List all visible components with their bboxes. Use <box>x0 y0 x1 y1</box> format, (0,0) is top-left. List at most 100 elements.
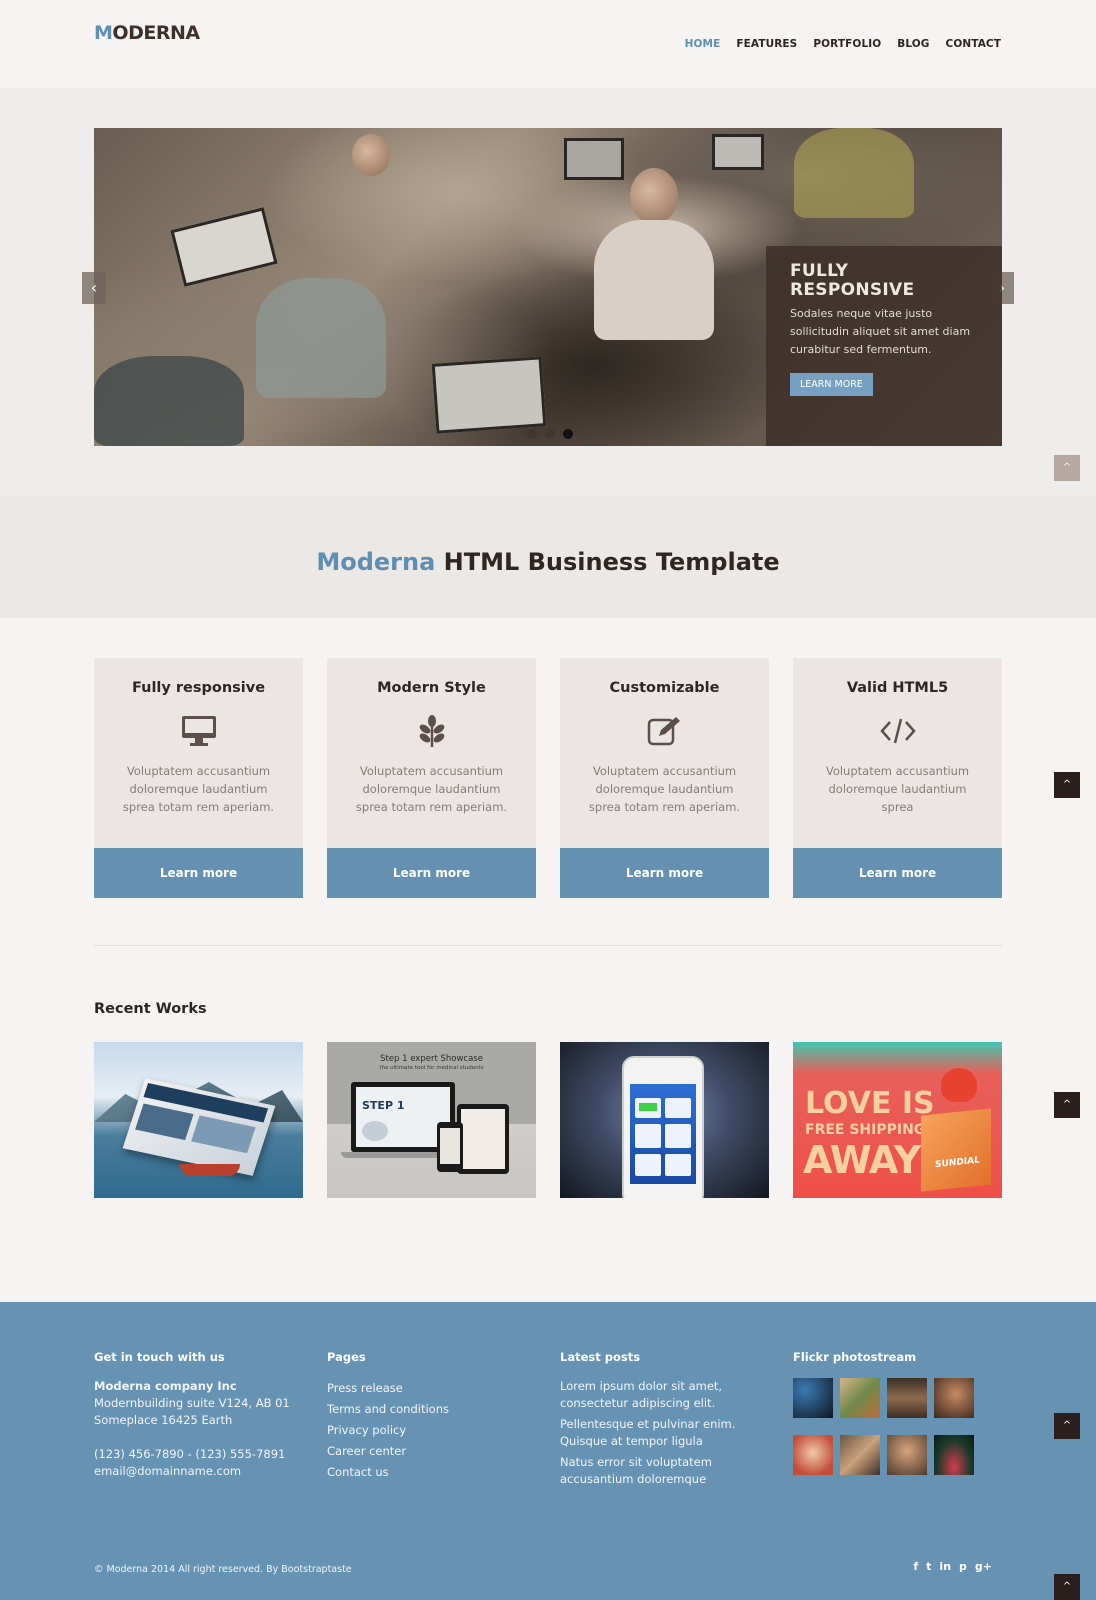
portfolio-item[interactable] <box>560 1042 769 1198</box>
slider-dot[interactable] <box>527 429 537 439</box>
footer-contact: Get in touch with us Moderna company Inc… <box>94 1350 290 1480</box>
scene-person <box>256 278 386 398</box>
scene-person <box>352 134 390 176</box>
feature-box: Modern Style Voluptatem accusantium dolo… <box>327 658 536 898</box>
footer-link-terms[interactable]: Terms and conditions <box>327 1399 449 1420</box>
heart-shape <box>941 1068 977 1102</box>
caption-text: Sodales neque vitae justo sollicitudin a… <box>790 307 971 356</box>
scroll-top-button[interactable]: ^ <box>1054 772 1080 798</box>
flickr-thumb[interactable] <box>793 1435 833 1475</box>
feature-text: Voluptatem accusantium doloremque laudan… <box>355 764 508 814</box>
flickr-thumb[interactable] <box>840 1435 880 1475</box>
nav-blog[interactable]: BLOG <box>897 38 929 50</box>
social-links: f t in p g+ <box>913 1560 992 1573</box>
logo-text: ODERNA <box>112 22 200 44</box>
scroll-top-button[interactable]: ^ <box>1054 1092 1080 1118</box>
footer-link-career[interactable]: Career center <box>327 1441 449 1462</box>
learn-more-button[interactable]: Learn more <box>560 848 769 898</box>
free-shipping-text: FREE SHIPPING <box>805 1122 926 1138</box>
pinterest-icon[interactable]: p <box>959 1560 967 1573</box>
chevron-up-icon: ^ <box>1062 462 1072 473</box>
feature-title: Valid HTML5 <box>846 680 949 696</box>
slider-pagination <box>527 429 573 439</box>
tagline-text: HTML Business Template <box>435 548 780 576</box>
learn-more-button[interactable]: Learn more <box>327 848 536 898</box>
site-logo[interactable]: MODERNA <box>94 22 200 44</box>
portfolio-item[interactable] <box>94 1042 303 1198</box>
post-link[interactable]: Natus error sit voluptatem accusantium d… <box>560 1454 770 1488</box>
portfolio-item[interactable]: LOVE IS FREE SHIPPING AWAY SUNDIAL <box>793 1042 1002 1198</box>
post-link[interactable]: Lorem ipsum dolor sit amet, consectetur … <box>560 1378 770 1412</box>
slider-dot[interactable] <box>545 429 555 439</box>
scroll-top-button[interactable]: ^ <box>1054 1413 1080 1439</box>
scene-person <box>94 356 244 446</box>
chevron-up-icon: ^ <box>1062 779 1072 790</box>
flickr-thumb[interactable] <box>793 1378 833 1418</box>
scroll-top-button[interactable]: ^ <box>1054 1574 1080 1600</box>
flickr-thumb[interactable] <box>934 1435 974 1475</box>
scroll-top-button[interactable]: ^ <box>1054 455 1080 481</box>
feature-text: Voluptatem accusantium doloremque laudan… <box>588 764 741 814</box>
learn-more-button[interactable]: Learn more <box>94 848 303 898</box>
tagline: Moderna HTML Business Template <box>0 548 1096 576</box>
feature-box: Customizable Voluptatem accusantium dolo… <box>560 658 769 898</box>
scene-person <box>794 128 914 218</box>
scene-laptop <box>170 207 278 287</box>
company-name: Moderna company Inc <box>94 1379 237 1393</box>
main-nav: HOME FEATURES PORTFOLIO BLOG CONTACT <box>685 38 1001 50</box>
footer-link-privacy[interactable]: Privacy policy <box>327 1420 449 1441</box>
recent-works-title: Recent Works <box>94 1001 207 1017</box>
feature-title: Modern Style <box>377 680 486 696</box>
flickr-grid <box>793 1378 974 1475</box>
nav-contact[interactable]: CONTACT <box>946 38 1001 50</box>
slide-caption: FULLY RESPONSIVE Sodales neque vitae jus… <box>766 246 1002 446</box>
boat <box>180 1164 240 1176</box>
post-link[interactable]: Pellentesque et pulvinar enim. Quisque a… <box>560 1416 770 1450</box>
nav-home[interactable]: HOME <box>685 38 721 50</box>
edit-icon <box>646 712 684 750</box>
linkedin-icon[interactable]: in <box>939 1560 951 1573</box>
scene-laptop <box>712 134 764 170</box>
footer-pages: Pages Press release Terms and conditions… <box>327 1350 449 1483</box>
flickr-thumb[interactable] <box>887 1435 927 1475</box>
learn-more-button[interactable]: Learn more <box>793 848 1002 898</box>
tablet-device <box>457 1104 509 1174</box>
caption-title: FULLY RESPONSIVE <box>790 261 915 300</box>
nav-features[interactable]: FEATURES <box>736 38 797 50</box>
slider-dot-active[interactable] <box>563 429 573 439</box>
website-mockup <box>122 1078 276 1176</box>
chevron-up-icon: ^ <box>1062 1581 1072 1592</box>
footer-heading: Latest posts <box>560 1350 641 1364</box>
showcase-heading: Step 1 expert Showcase <box>380 1054 483 1064</box>
learn-more-button[interactable]: LEARN MORE <box>790 373 873 396</box>
footer-link-contact[interactable]: Contact us <box>327 1462 449 1483</box>
chevron-up-icon: ^ <box>1062 1420 1072 1431</box>
code-icon <box>879 712 917 750</box>
gift-box: SUNDIAL <box>921 1108 991 1192</box>
feature-text: Voluptatem accusantium doloremque laudan… <box>825 764 970 814</box>
facebook-icon[interactable]: f <box>913 1560 918 1573</box>
showcase-subheading: the ultimate tool for medical students <box>379 1065 484 1071</box>
step1-logo: STEP 1 <box>362 1099 405 1112</box>
desktop-icon <box>180 712 218 750</box>
address-line: Modernbuilding suite V124, AB 01 <box>94 1396 290 1410</box>
email-link[interactable]: email@domainname.com <box>94 1463 290 1480</box>
feature-title: Customizable <box>609 680 720 696</box>
iphone-device <box>622 1056 704 1198</box>
away-text: AWAY <box>803 1138 921 1182</box>
portfolio-item[interactable]: Step 1 expert Showcase the ultimate tool… <box>327 1042 536 1198</box>
tagline-accent: Moderna <box>316 548 436 576</box>
slider-prev-button[interactable]: ‹ <box>82 272 106 304</box>
flickr-thumb[interactable] <box>934 1378 974 1418</box>
google-plus-icon[interactable]: g+ <box>975 1560 992 1573</box>
nav-portfolio[interactable]: PORTFOLIO <box>813 38 881 50</box>
phone-device <box>437 1122 463 1172</box>
scene-laptop <box>564 138 624 180</box>
section-divider <box>94 945 1002 946</box>
flickr-thumb[interactable] <box>887 1378 927 1418</box>
footer-link-press-release[interactable]: Press release <box>327 1378 449 1399</box>
twitter-icon[interactable]: t <box>926 1560 931 1573</box>
feature-text: Voluptatem accusantium doloremque laudan… <box>122 764 275 814</box>
flickr-thumb[interactable] <box>840 1378 880 1418</box>
feature-box: Fully responsive Voluptatem accusantium … <box>94 658 303 898</box>
